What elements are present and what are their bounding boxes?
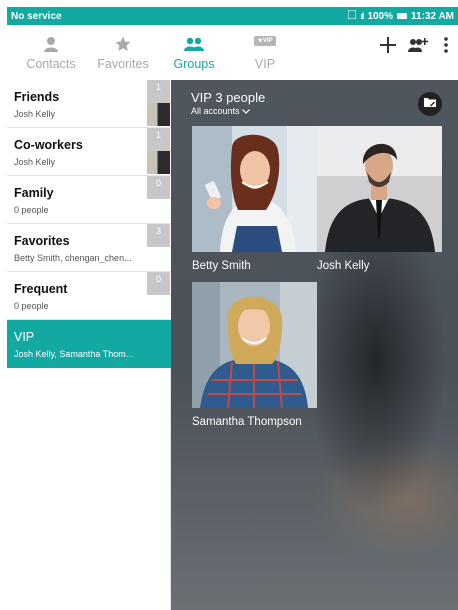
add-group-icon <box>408 37 429 58</box>
member-thumbnail <box>147 151 170 174</box>
group-item-co-workers[interactable]: Co-workers Josh Kelly 1 <box>7 128 171 176</box>
group-item-friends[interactable]: Friends Josh Kelly 1 <box>7 80 171 128</box>
tab-contacts[interactable]: Contacts <box>20 25 82 80</box>
more-options-button[interactable] <box>432 33 458 61</box>
group-members: 0 people <box>14 205 49 215</box>
group-title: VIP 3 people <box>191 90 266 105</box>
contact-photo-samantha-thompson[interactable] <box>192 282 317 408</box>
star-icon <box>92 36 154 52</box>
group-members: Betty Smith, chengan_chen... <box>14 253 132 263</box>
edit-group-icon <box>423 95 437 113</box>
contact-name: Samantha Thompson <box>192 416 302 428</box>
share-group-button[interactable] <box>418 92 442 116</box>
group-item-family[interactable]: Family 0 people 0 <box>7 176 171 224</box>
add-contact-button[interactable] <box>374 33 402 61</box>
contact-photo-josh-kelly[interactable] <box>317 126 442 252</box>
add-group-button[interactable] <box>404 33 432 61</box>
contact-name: Betty Smith <box>192 260 251 272</box>
group-count-badge: 3 <box>147 224 170 247</box>
group-detail-panel: VIP 3 people All accounts Betty Smith Jo… <box>171 80 458 610</box>
group-item-frequent[interactable]: Frequent 0 people 0 <box>7 272 171 320</box>
top-navigation-bar: Contacts Favorites Groups ★VIP VIP <box>7 25 458 80</box>
group-count-badge: 0 <box>147 272 170 295</box>
group-members: Josh Kelly <box>14 157 56 167</box>
group-count-badge: 1 <box>147 80 170 103</box>
status-bar: No service ıl 100% 11:32 AM <box>7 7 458 25</box>
more-options-icon <box>444 36 448 58</box>
group-list: Friends Josh Kelly 1 Co-workers Josh Kel… <box>7 80 171 610</box>
group-members: Josh Kelly <box>14 109 56 119</box>
groups-icon <box>163 36 225 52</box>
group-members: Josh Kelly, Samantha Thom... <box>14 349 134 359</box>
tab-groups[interactable]: Groups <box>163 25 225 80</box>
group-name: Co-workers <box>14 138 83 152</box>
tab-favorites-label: Favorites <box>97 57 149 71</box>
group-item-vip[interactable]: VIP Josh Kelly, Samantha Thom... <box>7 320 171 368</box>
status-indicators: ıl 100% 11:32 AM <box>347 9 454 22</box>
group-name: Family <box>14 186 54 200</box>
group-count-badge: 1 <box>147 128 170 151</box>
tab-groups-label: Groups <box>173 57 215 71</box>
group-header: VIP 3 people All accounts <box>191 90 265 116</box>
person-icon <box>20 36 82 52</box>
wifi-icon <box>347 9 357 22</box>
chevron-down-icon <box>242 106 250 116</box>
group-item-favorites[interactable]: Favorites Betty Smith, chengan_chen... 3 <box>7 224 171 272</box>
signal-icon: ıl <box>360 11 364 21</box>
group-count-badge: 0 <box>147 176 170 199</box>
add-icon <box>380 36 396 58</box>
group-name: Friends <box>14 90 60 104</box>
member-thumbnail <box>147 103 170 126</box>
contact-photo-betty-smith[interactable] <box>192 126 317 252</box>
accounts-dropdown[interactable]: All accounts <box>191 106 265 116</box>
accounts-label: All accounts <box>191 106 240 116</box>
battery-percent: 100% <box>367 10 394 22</box>
vip-icon-badge: ★VIP <box>254 36 276 46</box>
tab-contacts-label: Contacts <box>26 57 76 71</box>
carrier-text: No service <box>11 10 62 22</box>
tab-vip[interactable]: ★VIP VIP <box>234 25 296 80</box>
group-members: 0 people <box>14 301 49 311</box>
tab-vip-label: VIP <box>254 57 276 71</box>
group-name: VIP <box>14 330 35 344</box>
battery-icon <box>397 13 408 19</box>
clock-time: 11:32 AM <box>411 10 454 22</box>
vip-icon: ★VIP <box>234 36 296 46</box>
group-name: Frequent <box>14 282 68 296</box>
group-name: Favorites <box>14 234 70 248</box>
tab-favorites[interactable]: Favorites <box>92 25 154 80</box>
contact-name: Josh Kelly <box>317 260 370 272</box>
